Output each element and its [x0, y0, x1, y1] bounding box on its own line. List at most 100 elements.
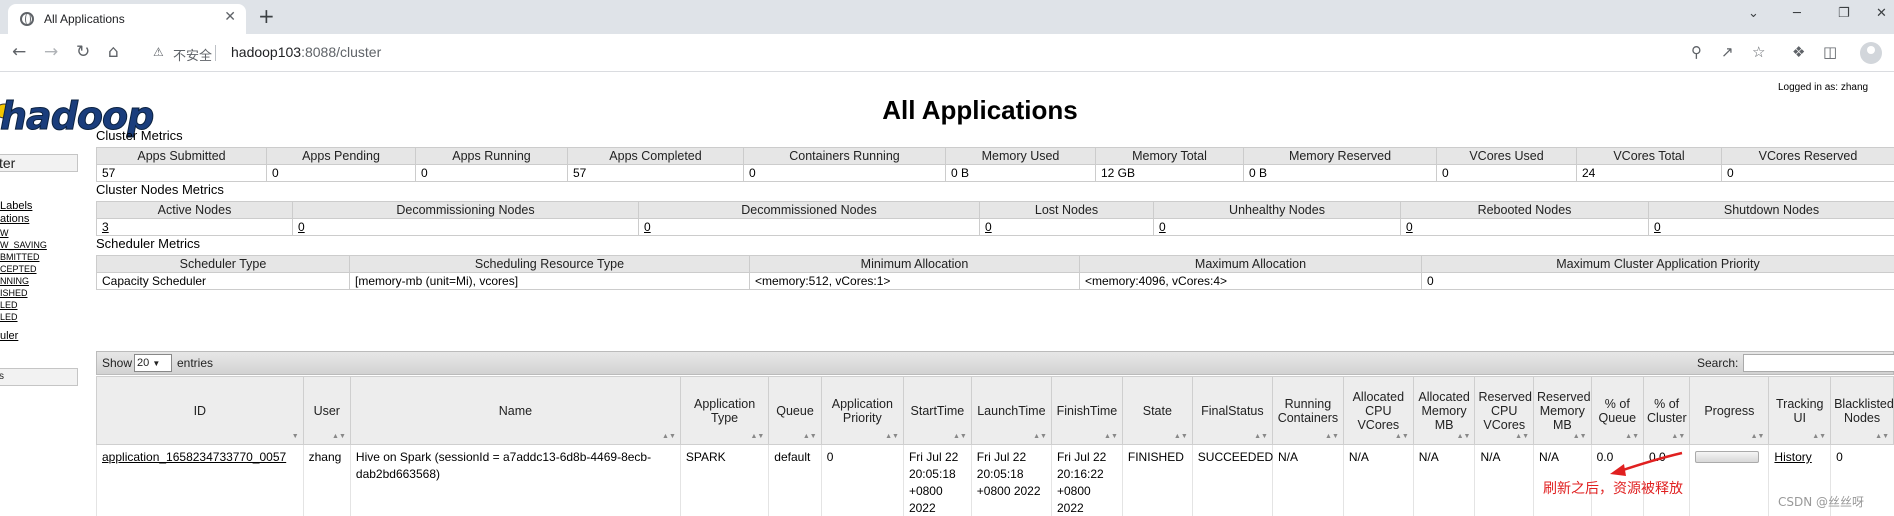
- nav-app-submitted[interactable]: BMITTED: [0, 252, 40, 262]
- val-containers-running: 0: [743, 164, 946, 182]
- address-separator: [215, 45, 216, 61]
- nav-app-accepted[interactable]: CEPTED: [0, 264, 37, 274]
- col-state-label: State: [1142, 403, 1172, 418]
- col-user[interactable]: User ▲▼: [302, 376, 351, 445]
- home-icon[interactable]: ⌂: [108, 42, 119, 62]
- security-label[interactable]: 不安全: [173, 45, 212, 64]
- link-decommissioned-nodes[interactable]: 0: [644, 220, 651, 234]
- back-icon[interactable]: ←: [12, 42, 26, 62]
- url-text[interactable]: hadoop103:8088/cluster: [231, 44, 381, 60]
- warning-icon[interactable]: ⚠: [153, 45, 164, 59]
- col-app-priority[interactable]: Application Priority ▲▼: [820, 376, 904, 445]
- link-shutdown-nodes[interactable]: 0: [1654, 220, 1661, 234]
- col-pct-queue[interactable]: % of Queue ▲▼: [1590, 376, 1645, 445]
- sort-icon: ▲▼: [1671, 433, 1686, 440]
- col-running-containers[interactable]: Running Containers ▲▼: [1271, 376, 1344, 445]
- sort-icon: ▲▼: [1173, 433, 1188, 440]
- col-final-status[interactable]: FinalStatus ▲▼: [1191, 376, 1273, 445]
- cell-user: zhang: [302, 444, 351, 516]
- zoom-icon[interactable]: ⚲: [1691, 43, 1702, 61]
- star-icon[interactable]: ☆: [1752, 43, 1765, 61]
- link-active-nodes[interactable]: 3: [102, 220, 109, 234]
- search-input[interactable]: [1743, 354, 1894, 372]
- sort-icon: ▲▼: [1456, 433, 1471, 440]
- val-max-cluster-app-priority: 0: [1421, 272, 1894, 290]
- col-name[interactable]: Name ▲▼: [349, 376, 681, 445]
- col-res-mem[interactable]: Reserved Memory MB ▲▼: [1533, 376, 1592, 445]
- link-decommissioning-nodes[interactable]: 0: [298, 220, 305, 234]
- scheduler-metrics-table: Scheduler Type Scheduling Resource Type …: [96, 255, 1894, 290]
- link-lost-nodes[interactable]: 0: [985, 220, 992, 234]
- nav-applications[interactable]: ations: [0, 213, 29, 225]
- cell-state: FINISHED: [1121, 444, 1193, 516]
- url-host: hadoop103: [231, 44, 302, 60]
- col-res-cpu-label: Reserved CPU VCores: [1478, 389, 1532, 432]
- progress-bar: [1695, 451, 1760, 463]
- val-minimum-allocation: <memory:512, vCores:1>: [749, 272, 1080, 290]
- col-alloc-mem[interactable]: Allocated Memory MB ▲▼: [1412, 376, 1476, 445]
- chevron-down-icon[interactable]: ⌄: [1748, 6, 1759, 21]
- profile-icon[interactable]: [1860, 42, 1882, 64]
- new-tab-button[interactable]: +: [258, 4, 275, 28]
- col-alloc-cpu[interactable]: Allocated CPU VCores ▲▼: [1342, 376, 1414, 445]
- csdn-watermark: CSDN @丝丝呀: [1778, 495, 1865, 509]
- sort-icon: ▲▼: [1104, 433, 1118, 440]
- col-res-cpu[interactable]: Reserved CPU VCores ▲▼: [1474, 376, 1535, 445]
- nav-app-new-saving[interactable]: W_SAVING: [0, 240, 47, 250]
- share-icon[interactable]: ↗: [1721, 43, 1734, 61]
- nav-app-failed[interactable]: LED: [0, 300, 18, 310]
- nav-cluster-header[interactable]: ter: [0, 154, 78, 172]
- col-pct-cluster[interactable]: % of Cluster ▲▼: [1643, 376, 1691, 445]
- chevron-down-icon: ▼: [152, 359, 161, 368]
- link-rebooted-nodes[interactable]: 0: [1406, 220, 1413, 234]
- col-queue[interactable]: Queue ▲▼: [768, 376, 822, 445]
- nav-app-running[interactable]: NNING: [0, 276, 29, 286]
- col-progress-label: Progress: [1704, 403, 1755, 418]
- col-memory-used: Memory Used: [945, 147, 1096, 165]
- col-vcores-total: VCores Total: [1576, 147, 1722, 165]
- val-vcores-used: 0: [1436, 164, 1577, 182]
- restore-icon[interactable]: ❐: [1838, 6, 1850, 21]
- col-pct-queue-label: % of Queue: [1598, 396, 1637, 425]
- globe-icon: [20, 12, 34, 26]
- col-progress[interactable]: Progress ▲▼: [1689, 376, 1770, 445]
- col-id[interactable]: ID ▼: [96, 376, 304, 445]
- minimize-icon[interactable]: ─: [1793, 6, 1801, 21]
- col-finish-time[interactable]: FinishTime ▲▼: [1050, 376, 1123, 445]
- nav-tools-header[interactable]: s: [0, 368, 78, 386]
- address-bar[interactable]: ⚠ 不安全 hadoop103:8088/cluster: [139, 41, 1699, 67]
- browser-toolbar: ← → ↻ ⌂ ⚠ 不安全 hadoop103:8088/cluster ⚲ ↗…: [0, 34, 1894, 72]
- entries-select[interactable]: 20 ▼: [134, 354, 172, 372]
- history-link[interactable]: History: [1774, 450, 1811, 464]
- tab-strip: All Applications ✕ + ⌄ ─ ❐ ✕: [0, 0, 1894, 34]
- col-state[interactable]: State ▲▼: [1121, 376, 1193, 445]
- link-unhealthy-nodes[interactable]: 0: [1159, 220, 1166, 234]
- nav-app-killed[interactable]: LED: [0, 312, 18, 322]
- reload-icon[interactable]: ↻: [76, 42, 90, 62]
- extensions-icon[interactable]: ❖: [1792, 43, 1805, 61]
- close-tab-icon[interactable]: ✕: [224, 9, 236, 25]
- col-blacklisted-nodes[interactable]: Blacklisted Nodes ▲▼: [1830, 376, 1894, 445]
- forward-icon[interactable]: →: [44, 42, 58, 62]
- col-start-time[interactable]: StartTime ▲▼: [902, 376, 972, 445]
- col-app-type[interactable]: Application Type ▲▼: [679, 376, 770, 445]
- scheduler-metrics-value-row: Capacity Scheduler [memory-mb (unit=Mi),…: [96, 272, 1894, 290]
- nav-node-labels[interactable]: Labels: [0, 200, 32, 212]
- cell-alloc-mem: N/A: [1412, 444, 1475, 516]
- annotation-text: 刷新之后，资源被释放: [1543, 481, 1683, 497]
- application-id-link[interactable]: application_1658234733770_0057: [102, 450, 286, 464]
- col-alloc-mem-label: Allocated Memory MB: [1418, 389, 1470, 432]
- browser-tab-active[interactable]: All Applications ✕: [8, 4, 246, 34]
- window-close-icon[interactable]: ✕: [1876, 6, 1887, 21]
- nav-scheduler[interactable]: uler: [0, 330, 18, 342]
- col-memory-reserved: Memory Reserved: [1243, 147, 1437, 165]
- col-blacklisted-nodes-label: Blacklisted Nodes: [1834, 396, 1894, 425]
- sidepanel-icon[interactable]: ◫: [1823, 43, 1837, 61]
- nav-app-finished[interactable]: ISHED: [0, 288, 28, 298]
- col-tracking-ui-label: Tracking UI: [1776, 396, 1824, 425]
- show-label: Show: [102, 356, 133, 370]
- val-scheduler-type: Capacity Scheduler: [96, 272, 350, 290]
- nav-app-new[interactable]: W: [0, 228, 9, 238]
- col-tracking-ui[interactable]: Tracking UI ▲▼: [1768, 376, 1832, 445]
- col-launch-time[interactable]: LaunchTime ▲▼: [970, 376, 1052, 445]
